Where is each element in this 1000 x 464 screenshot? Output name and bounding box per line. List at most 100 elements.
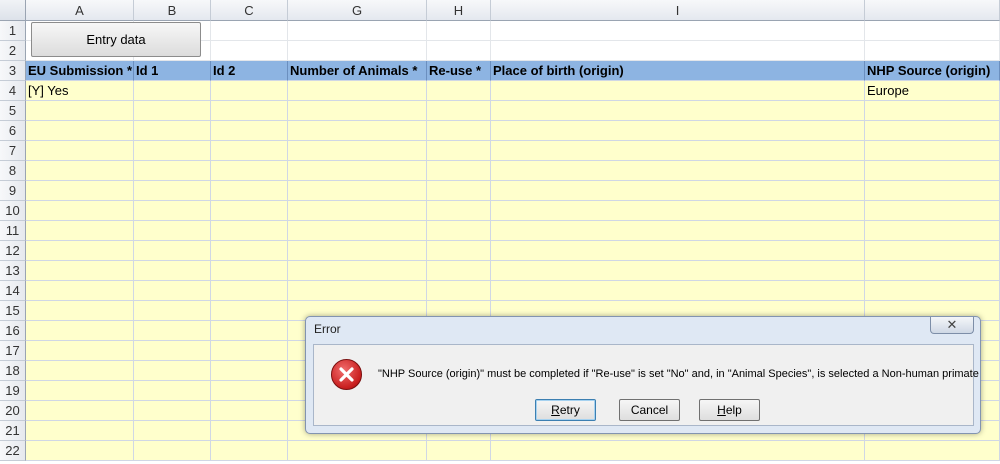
grid-cell[interactable] xyxy=(427,41,491,61)
grid-cell[interactable] xyxy=(211,81,288,101)
grid-cell[interactable] xyxy=(134,381,211,401)
grid-cell[interactable] xyxy=(491,141,865,161)
grid-cell[interactable] xyxy=(491,201,865,221)
row-header[interactable]: 21 xyxy=(0,421,26,441)
grid-cell[interactable] xyxy=(491,101,865,121)
grid-cell[interactable] xyxy=(865,441,1000,461)
grid-cell[interactable] xyxy=(26,161,134,181)
grid-cell[interactable] xyxy=(134,441,211,461)
column-header[interactable]: C xyxy=(211,0,288,21)
grid-cell[interactable] xyxy=(26,381,134,401)
grid-cell[interactable] xyxy=(211,401,288,421)
grid-cell[interactable] xyxy=(865,181,1000,201)
column-header[interactable]: I xyxy=(491,0,865,21)
grid-cell[interactable] xyxy=(211,21,288,41)
row-header[interactable]: 4 xyxy=(0,81,26,101)
row-header[interactable]: 7 xyxy=(0,141,26,161)
grid-cell[interactable] xyxy=(491,121,865,141)
grid-cell[interactable] xyxy=(134,81,211,101)
row-header[interactable]: 14 xyxy=(0,281,26,301)
column-header[interactable] xyxy=(865,0,1000,21)
grid-cell[interactable] xyxy=(134,321,211,341)
cancel-button[interactable]: Cancel xyxy=(619,399,680,421)
grid-cell[interactable] xyxy=(211,381,288,401)
grid-cell[interactable] xyxy=(427,21,491,41)
header-cell[interactable]: Id 1 xyxy=(134,61,211,81)
header-cell[interactable]: Place of birth (origin) xyxy=(491,61,865,81)
grid-cell[interactable] xyxy=(26,341,134,361)
column-header[interactable]: G xyxy=(288,0,427,21)
grid-cell[interactable] xyxy=(288,21,427,41)
grid-cell[interactable] xyxy=(26,201,134,221)
grid-cell[interactable] xyxy=(427,141,491,161)
grid-cell[interactable] xyxy=(427,281,491,301)
grid-cell[interactable] xyxy=(865,141,1000,161)
grid-cell[interactable] xyxy=(26,241,134,261)
grid-cell[interactable] xyxy=(26,301,134,321)
grid-cell[interactable] xyxy=(865,241,1000,261)
grid-cell[interactable] xyxy=(427,241,491,261)
grid-cell[interactable] xyxy=(491,161,865,181)
grid-cell[interactable] xyxy=(288,441,427,461)
grid-cell[interactable] xyxy=(211,181,288,201)
grid-cell[interactable] xyxy=(26,181,134,201)
grid-cell[interactable] xyxy=(211,321,288,341)
grid-cell[interactable] xyxy=(134,241,211,261)
grid-cell[interactable] xyxy=(865,121,1000,141)
grid-cell[interactable] xyxy=(491,441,865,461)
grid-cell[interactable] xyxy=(288,101,427,121)
column-header[interactable]: A xyxy=(26,0,134,21)
row-header[interactable]: 22 xyxy=(0,441,26,461)
row-header[interactable]: 2 xyxy=(0,41,26,61)
row-header[interactable]: 6 xyxy=(0,121,26,141)
grid-cell[interactable] xyxy=(865,161,1000,181)
grid-cell[interactable] xyxy=(865,221,1000,241)
grid-cell[interactable] xyxy=(491,41,865,61)
grid-cell[interactable] xyxy=(865,21,1000,41)
column-header[interactable]: H xyxy=(427,0,491,21)
grid-cell[interactable] xyxy=(427,121,491,141)
grid-cell[interactable] xyxy=(211,281,288,301)
grid-cell[interactable] xyxy=(26,221,134,241)
grid-cell[interactable] xyxy=(427,221,491,241)
grid-cell[interactable] xyxy=(865,201,1000,221)
grid-cell[interactable] xyxy=(865,281,1000,301)
grid-cell[interactable] xyxy=(288,181,427,201)
header-cell[interactable]: Re-use * xyxy=(427,61,491,81)
grid-cell[interactable] xyxy=(26,261,134,281)
grid-cell[interactable] xyxy=(134,181,211,201)
grid-cell[interactable] xyxy=(288,221,427,241)
row-header[interactable]: 18 xyxy=(0,361,26,381)
row-header[interactable]: 16 xyxy=(0,321,26,341)
grid-cell[interactable] xyxy=(26,361,134,381)
grid-cell[interactable] xyxy=(211,41,288,61)
grid-cell[interactable] xyxy=(211,361,288,381)
grid-cell[interactable] xyxy=(288,121,427,141)
grid-cell[interactable] xyxy=(26,121,134,141)
grid-cell[interactable] xyxy=(491,281,865,301)
grid-cell[interactable] xyxy=(288,281,427,301)
close-button[interactable]: ✕ xyxy=(930,317,974,334)
grid-cell[interactable] xyxy=(288,81,427,101)
row-header[interactable]: 17 xyxy=(0,341,26,361)
grid-cell[interactable] xyxy=(211,201,288,221)
grid-cell[interactable] xyxy=(491,241,865,261)
header-cell[interactable]: Id 2 xyxy=(211,61,288,81)
row-header[interactable]: 5 xyxy=(0,101,26,121)
grid-cell[interactable] xyxy=(134,401,211,421)
row-header[interactable]: 13 xyxy=(0,261,26,281)
grid-cell[interactable] xyxy=(427,261,491,281)
header-cell[interactable]: NHP Source (origin) xyxy=(865,61,1000,81)
row-header[interactable]: 8 xyxy=(0,161,26,181)
grid-cell[interactable] xyxy=(491,81,865,101)
grid-cell[interactable] xyxy=(26,281,134,301)
grid-cell[interactable] xyxy=(865,261,1000,281)
grid-cell[interactable] xyxy=(865,101,1000,121)
grid-cell[interactable] xyxy=(134,261,211,281)
grid-cell[interactable] xyxy=(491,261,865,281)
grid-cell[interactable] xyxy=(134,341,211,361)
select-all-corner[interactable] xyxy=(0,0,26,21)
help-button[interactable]: Help xyxy=(699,399,760,421)
row-header[interactable]: 20 xyxy=(0,401,26,421)
grid-cell[interactable] xyxy=(211,221,288,241)
